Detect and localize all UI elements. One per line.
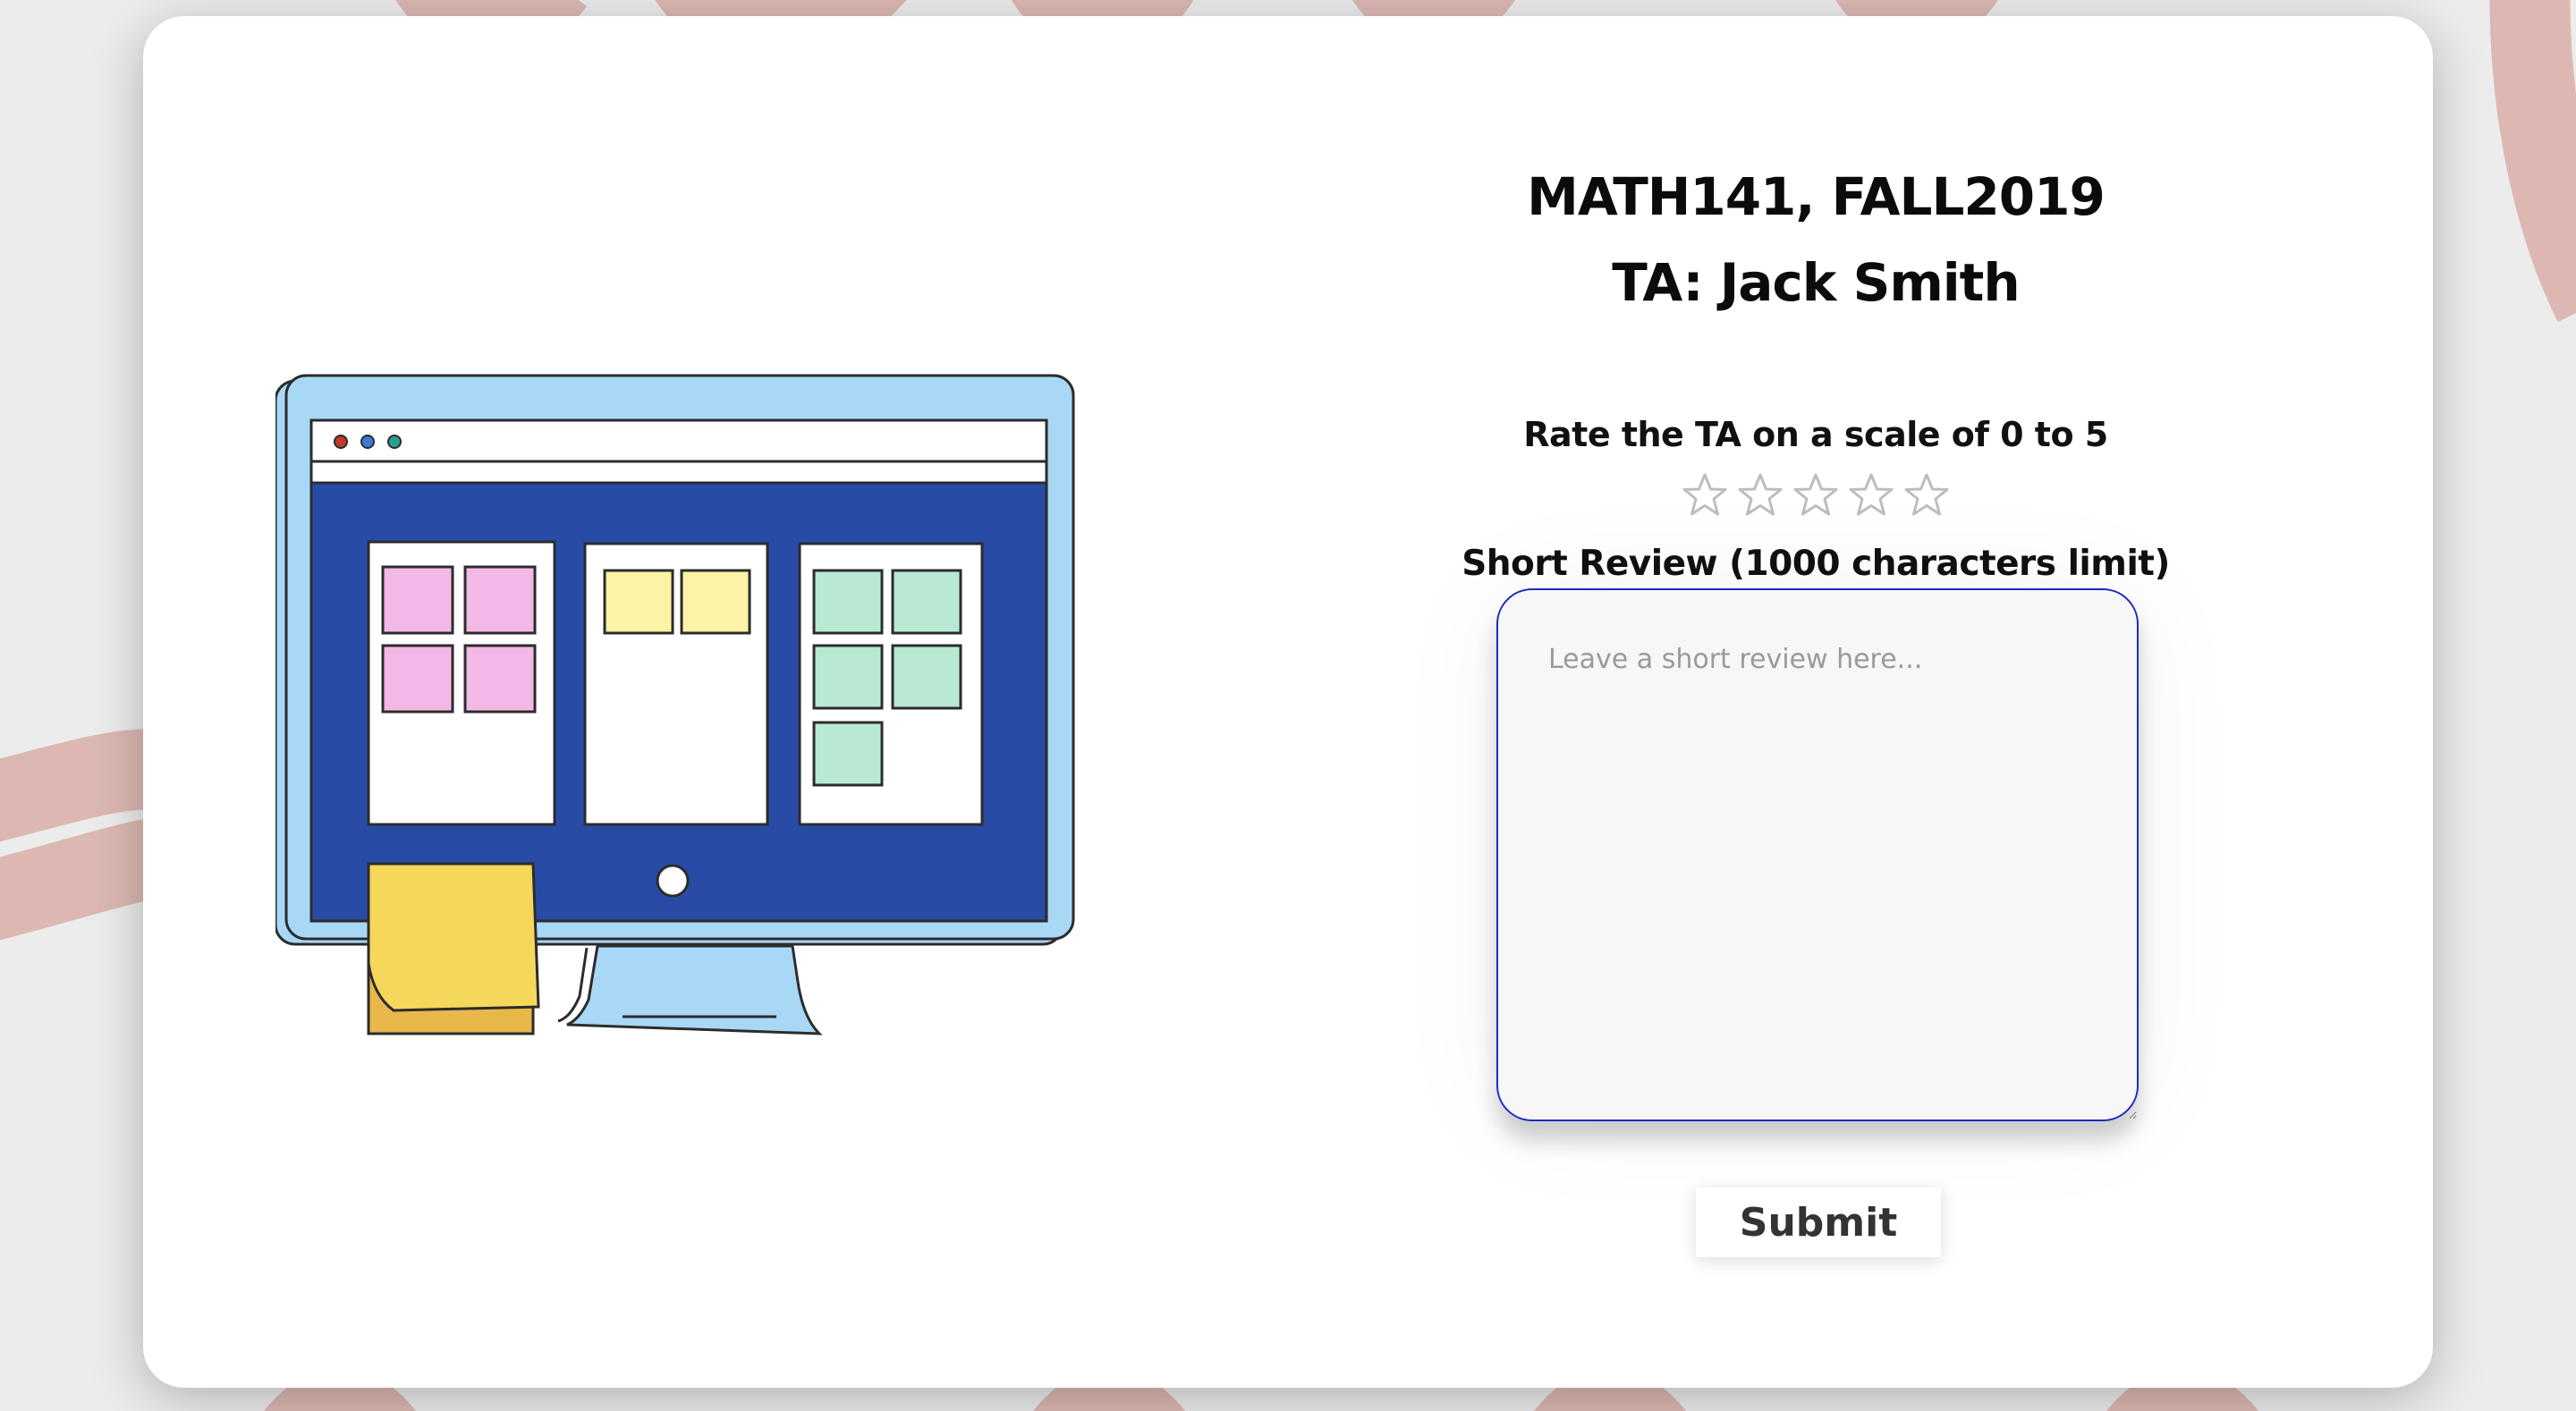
desktop-kanban-illustration	[274, 356, 1080, 1071]
star-outline-icon[interactable]	[1848, 472, 1894, 519]
window-close-dot-icon	[334, 435, 348, 449]
review-textarea-container	[1496, 588, 2139, 1121]
review-textarea[interactable]	[1496, 588, 2139, 1121]
star-rating	[1333, 472, 2299, 519]
star-outline-icon[interactable]	[1903, 472, 1950, 519]
monitor-icon	[274, 374, 1075, 1035]
submit-button[interactable]: Submit	[1696, 1187, 1941, 1257]
star-outline-icon[interactable]	[1737, 472, 1784, 519]
sticky-note-icon	[367, 862, 540, 1012]
star-outline-icon[interactable]	[1682, 472, 1728, 519]
review-card: MATH141, FALL2019 TA: Jack Smith Rate th…	[143, 16, 2433, 1388]
window-minimize-dot-icon	[360, 435, 375, 449]
monitor-power-icon	[656, 864, 690, 898]
review-form: MATH141, FALL2019 TA: Jack Smith Rate th…	[1333, 16, 2299, 1388]
course-title: MATH141, FALL2019	[1527, 166, 2106, 227]
window-maximize-dot-icon	[387, 435, 402, 449]
review-label: Short Review (1000 characters limit)	[1462, 544, 2170, 584]
ta-name: TA: Jack Smith	[1612, 252, 2020, 313]
rating-label: Rate the TA on a scale of 0 to 5	[1523, 415, 2108, 454]
star-outline-icon[interactable]	[1792, 472, 1839, 519]
